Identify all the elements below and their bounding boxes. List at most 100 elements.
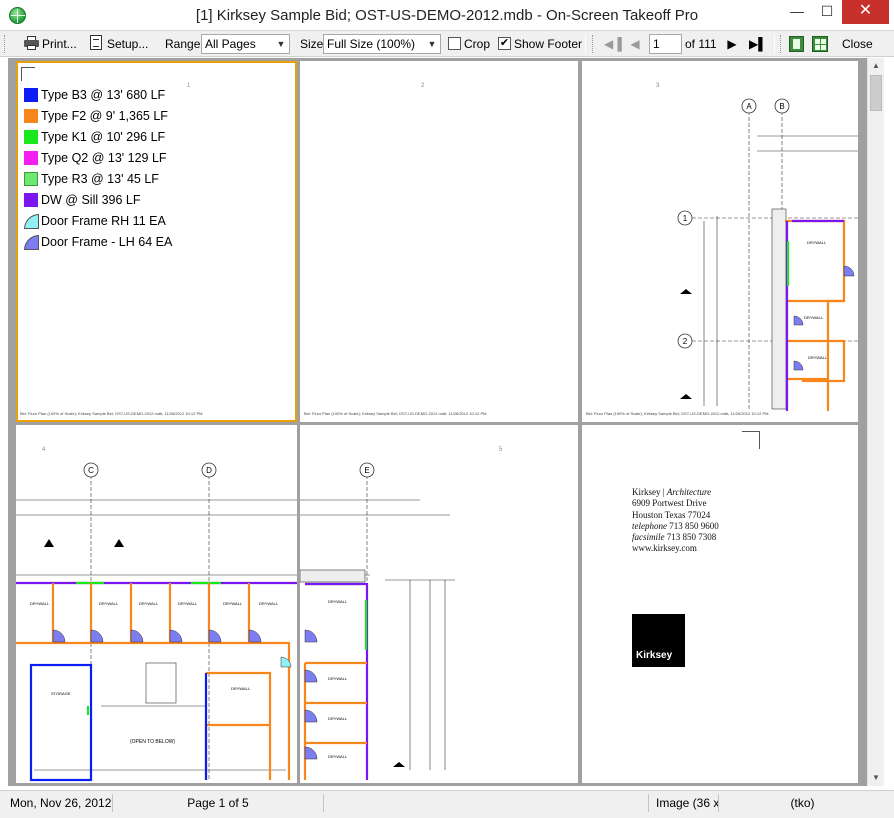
color-swatch <box>24 193 38 207</box>
floor-plan-drawing: C D DRYWALL DRYWALL DRYWALL DRYWALL DRYW… <box>16 462 297 782</box>
telephone-value: 713 850 9600 <box>669 520 719 531</box>
print-preview-area[interactable]: 1 Type B3 @ 13' 680 LF Type F2 @ 9' 1,36… <box>8 58 867 786</box>
scroll-down-icon[interactable]: ▼ <box>868 770 884 786</box>
range-label: Range <box>165 37 201 51</box>
grid-label: B <box>779 102 784 111</box>
toolbar-grip[interactable] <box>4 35 7 53</box>
room-label: DRYWALL <box>804 315 824 320</box>
color-swatch <box>24 172 38 186</box>
status-date: Mon, Nov 26, 2012 <box>7 794 113 812</box>
grid-label: A <box>746 102 752 111</box>
page-number-input[interactable]: 1 <box>649 34 682 54</box>
toolbar-divider <box>774 34 775 54</box>
page-footer: Bid: Fluor Plan (100% of Scale); Kirksey… <box>304 411 487 416</box>
kirksey-logo: Kirksey <box>632 614 685 667</box>
room-label: DRYWALL <box>223 601 243 606</box>
next-page-icon[interactable]: ▶ <box>726 36 738 52</box>
preview-page-5[interactable]: 5 E DRYWALL DRYWALL DRYWALL DRYWALL <box>300 425 578 783</box>
preview-page-2[interactable]: 2 Bid: Fluor Plan (100% of Scale); Kirks… <box>300 61 578 422</box>
facsimile-value: 713 850 7308 <box>666 532 717 543</box>
page-footer: Bid: Fluor Plan (100% of Scale); Kirksey… <box>20 411 203 416</box>
size-label: Size <box>300 37 324 51</box>
room-label: DRYWALL <box>328 754 348 759</box>
scrollbar-thumb[interactable] <box>870 75 882 111</box>
open-to-below-label: (OPEN TO BELOW) <box>130 739 175 745</box>
size-select-value: Full Size (100%) <box>327 37 416 51</box>
preview-page-3[interactable]: 3 A B 1 2 DRYWALL DRYWALL DRYWALL Bid: F… <box>582 61 858 422</box>
crop-label: Crop <box>464 37 491 51</box>
crop-mark <box>21 67 35 81</box>
single-page-view-icon[interactable] <box>789 36 804 52</box>
legend-label: Type F2 @ 9' 1,365 LF <box>41 109 168 123</box>
preview-page-4[interactable]: 4 C D DRYWALL DRYWALL DRYWALL DRYWALL DR… <box>16 425 297 783</box>
print-button[interactable]: Print... <box>42 35 77 53</box>
room-label: DRYWALL <box>807 240 827 245</box>
room-label: DRYWALL <box>259 601 279 606</box>
preview-page-1[interactable]: 1 Type B3 @ 13' 680 LF Type F2 @ 9' 1,36… <box>16 61 297 422</box>
printer-icon[interactable] <box>24 36 39 50</box>
room-label: DRYWALL <box>808 355 828 360</box>
room-label: DRYWALL <box>139 601 159 606</box>
color-swatch <box>24 109 38 123</box>
vertical-scrollbar[interactable]: ▲ ▼ <box>867 58 884 786</box>
close-icon: ✕ <box>858 2 873 19</box>
show-footer-label: Show Footer <box>514 37 583 51</box>
color-swatch <box>24 151 38 165</box>
range-select[interactable]: All Pages ▼ <box>201 34 290 54</box>
page-setup-icon[interactable] <box>90 35 102 50</box>
close-preview-button[interactable]: Close <box>842 35 873 53</box>
legend-label: Type B3 @ 13' 680 LF <box>41 88 166 102</box>
floor-plan-drawing: A B 1 2 DRYWALL DRYWALL DRYWALL <box>677 98 858 411</box>
minimize-button[interactable]: — <box>782 0 812 24</box>
room-label: DRYWALL <box>99 601 119 606</box>
architect-city: Houston Texas 77024 <box>632 509 711 520</box>
color-swatch <box>24 130 38 144</box>
preview-page-6[interactable]: 6 Kirksey | Architecture 6909 Portwest D… <box>582 425 858 783</box>
chevron-down-icon: ▼ <box>427 39 437 49</box>
architect-name: Kirksey <box>632 487 661 497</box>
maximize-button[interactable]: ☐ <box>812 0 842 24</box>
title-bar: [1] Kirksey Sample Bid; OST-US-DEMO-2012… <box>0 0 894 31</box>
architect-discipline: Architecture <box>666 487 712 497</box>
room-label: STORAGE <box>51 691 71 696</box>
door-frame-rh-icon <box>24 214 39 229</box>
architect-address-block: Kirksey | Architecture 6909 Portwest Dri… <box>632 487 719 554</box>
checkmark-icon: ✔ <box>499 37 510 49</box>
minimize-icon: — <box>790 3 804 19</box>
status-bar: Mon, Nov 26, 2012 Page 1 of 5 Image (36 … <box>0 790 894 818</box>
setup-button[interactable]: Setup... <box>107 35 148 53</box>
page-footer: Bid: Fluor Plan (100% of Scale); Kirksey… <box>586 411 769 416</box>
room-label: DRYWALL <box>328 676 348 681</box>
grid-label: C <box>88 466 94 475</box>
legend-label: Type Q2 @ 13' 129 LF <box>41 151 167 165</box>
architect-street: 6909 Portwest Drive <box>632 498 707 509</box>
close-window-button[interactable]: ✕ <box>842 0 889 24</box>
status-page: Page 1 of 5 <box>113 794 324 812</box>
grid-label: 2 <box>683 337 688 346</box>
logo-text: Kirksey <box>636 650 673 661</box>
first-page-icon[interactable]: ◀▐ <box>604 36 622 52</box>
crop-mark <box>742 431 760 449</box>
size-select[interactable]: Full Size (100%) ▼ <box>323 34 441 54</box>
legend-label: DW @ Sill 396 LF <box>41 193 141 207</box>
toolbar-divider <box>585 34 586 54</box>
multi-page-view-icon[interactable] <box>812 36 828 52</box>
toolbar-grip[interactable] <box>592 35 595 53</box>
range-select-value: All Pages <box>205 37 256 51</box>
maximize-icon: ☐ <box>820 3 834 19</box>
scroll-up-icon[interactable]: ▲ <box>868 58 884 74</box>
room-label: DRYWALL <box>178 601 198 606</box>
telephone-label: telephone <box>632 520 667 531</box>
legend-label: Door Frame RH 11 EA <box>41 214 166 228</box>
room-label: DRYWALL <box>30 601 50 606</box>
chevron-down-icon: ▼ <box>276 39 286 49</box>
legend-label: Door Frame - LH 64 EA <box>41 235 173 249</box>
show-footer-checkbox[interactable]: ✔ <box>498 37 511 50</box>
crop-checkbox[interactable] <box>448 37 461 50</box>
page-total-label: of 111 <box>685 37 717 51</box>
previous-page-icon[interactable]: ◀ <box>629 36 641 52</box>
toolbar-grip[interactable] <box>780 35 783 53</box>
window-title: [1] Kirksey Sample Bid; OST-US-DEMO-2012… <box>195 7 699 24</box>
last-page-icon[interactable]: ▶▌ <box>749 36 767 52</box>
grid-label: E <box>364 466 369 475</box>
